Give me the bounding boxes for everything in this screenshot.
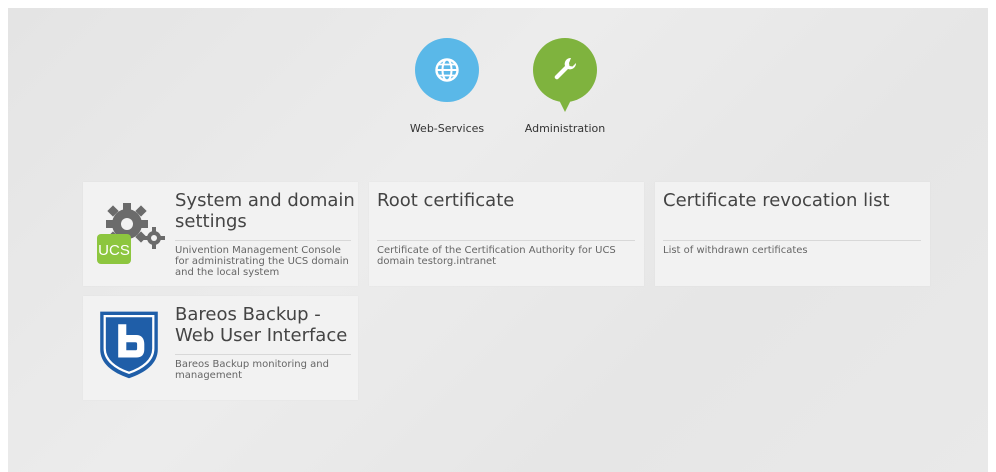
bareos-shield-logo bbox=[100, 311, 158, 379]
tile-divider bbox=[377, 240, 635, 241]
tile-divider bbox=[175, 354, 351, 355]
ucs-gears-logo: UCS bbox=[97, 203, 165, 264]
web-services-circle bbox=[415, 38, 479, 102]
tile-description: Certificate of the Certification Authori… bbox=[377, 245, 616, 267]
tile-title: Bareos Backup - Web User Interface bbox=[175, 304, 348, 346]
category-label: Web-Services bbox=[409, 122, 485, 135]
globe-icon bbox=[435, 58, 459, 82]
category-bar: Web-Services Administration bbox=[8, 8, 988, 168]
tile-certificate-revocation-list[interactable]: Certificate revocation list List of with… bbox=[655, 182, 930, 286]
tile-system-domain-settings[interactable]: UCS System and domain settings Univentio… bbox=[83, 182, 358, 286]
administration-circle bbox=[533, 38, 597, 112]
tile-title: Certificate revocation list bbox=[663, 190, 890, 211]
portal-page: Web-Services Administration UCS System a… bbox=[8, 8, 988, 472]
category-label: Administration bbox=[524, 122, 606, 135]
tile-divider bbox=[663, 240, 921, 241]
tile-description: List of withdrawn certificates bbox=[663, 245, 808, 256]
category-administration[interactable]: Administration bbox=[515, 38, 615, 135]
wrench-icon bbox=[554, 57, 577, 80]
tile-root-certificate[interactable]: Root certificate Certificate of the Cert… bbox=[369, 182, 644, 286]
tile-title: Root certificate bbox=[377, 190, 515, 211]
tile-title: System and domain settings bbox=[175, 190, 355, 232]
category-web-services[interactable]: Web-Services bbox=[397, 38, 497, 135]
tile-description: Univention Management Console for admini… bbox=[175, 245, 349, 278]
tile-description: Bareos Backup monitoring and management bbox=[175, 359, 329, 381]
tile-bareos-backup[interactable]: Bareos Backup - Web User Interface Bareo… bbox=[83, 296, 358, 400]
tile-divider bbox=[175, 240, 351, 241]
ucs-badge-text: UCS bbox=[98, 242, 130, 259]
